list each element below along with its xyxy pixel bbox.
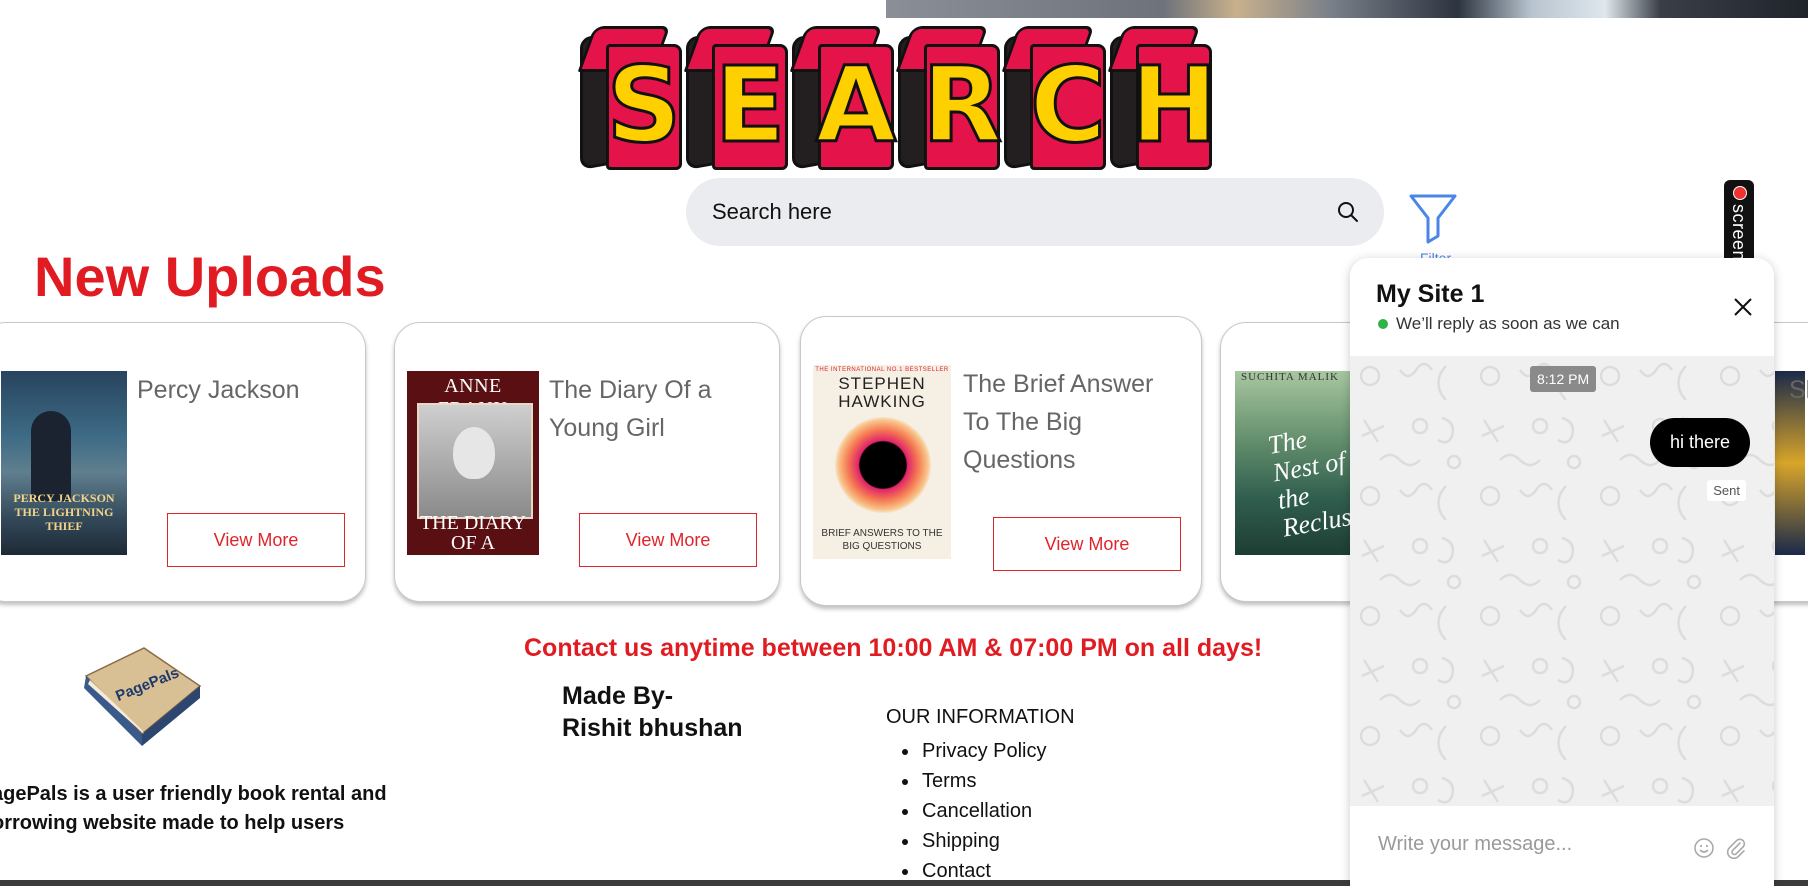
chat-input-row xyxy=(1350,806,1774,886)
attachment-icon[interactable] xyxy=(1724,836,1748,860)
cover-tagline-text: THE INTERNATIONAL NO.1 BESTSELLER xyxy=(815,367,949,373)
emoji-icon[interactable] xyxy=(1692,836,1716,860)
sent-message-bubble: hi there xyxy=(1649,418,1750,467)
close-icon[interactable] xyxy=(1732,296,1754,318)
chat-status-text: We’ll reply as soon as we can xyxy=(1396,314,1620,333)
cover-author-text: SUCHITA MALIK xyxy=(1241,371,1339,383)
view-more-button[interactable]: View More xyxy=(579,513,757,567)
book-card: ANNE FRANK THE DIARY OF A The Diary Of a… xyxy=(394,322,780,602)
cover-author-text: STEPHEN HAWKING xyxy=(838,374,926,411)
cover-title-text: The Nest of the Recluse xyxy=(1265,424,1365,543)
search-title-graphic: S E A R C H xyxy=(577,26,1340,172)
title-letter-tile: S xyxy=(577,26,683,171)
search-bar xyxy=(686,178,1384,246)
title-letter: C xyxy=(1028,44,1107,166)
footer-link-terms[interactable]: Terms xyxy=(920,766,1046,796)
online-status-icon xyxy=(1378,319,1388,329)
search-input[interactable] xyxy=(710,198,1314,226)
title-letter-tile: A xyxy=(789,26,898,171)
footer-link-shipping[interactable]: Shipping xyxy=(920,826,1046,856)
record-icon xyxy=(1733,186,1747,200)
filter-icon[interactable] xyxy=(1408,192,1458,252)
book-cover-image[interactable]: ANNE FRANK THE DIARY OF A xyxy=(407,371,539,555)
book-card: PERCY JACKSON THE LIGHTNING THIEF Percy … xyxy=(0,322,366,602)
author-name: Rishit bhushan xyxy=(562,714,743,742)
header-background-photo xyxy=(886,0,1808,18)
title-letter: E xyxy=(713,44,787,166)
book-title: The Diary Of a Young Girl xyxy=(549,376,712,442)
cover-subtitle-text: THE DIARY OF A xyxy=(419,512,527,554)
new-uploads-heading: New Uploads xyxy=(34,245,386,308)
view-more-button[interactable]: View More xyxy=(167,513,345,567)
title-letter: S xyxy=(605,44,683,166)
contact-hours-text: Contact us anytime between 10:00 AM & 07… xyxy=(524,634,1263,662)
title-letter: H xyxy=(1129,44,1219,166)
title-letter-tile: C xyxy=(1001,26,1108,171)
book-cover-image[interactable]: THE INTERNATIONAL NO.1 BESTSELLER STEPHE… xyxy=(813,365,951,559)
chat-messages-area[interactable]: 8:12 PM hi there Sent xyxy=(1350,356,1774,806)
footer-link-cancellation[interactable]: Cancellation xyxy=(920,796,1046,826)
title-letter-tile: H xyxy=(1107,26,1219,171)
book-cover-image[interactable]: PERCY JACKSON THE LIGHTNING THIEF xyxy=(1,371,127,555)
our-information-heading: OUR INFORMATION xyxy=(886,706,1075,728)
book-card: THE INTERNATIONAL NO.1 BESTSELLER STEPHE… xyxy=(800,316,1202,606)
about-text: agePals is a user friendly book rental a… xyxy=(0,783,387,834)
footer-link-privacy-policy[interactable]: Privacy Policy xyxy=(920,736,1046,766)
title-letter: A xyxy=(814,44,898,166)
pagepals-logo: PagePals xyxy=(84,647,202,746)
made-by-label: Made By- xyxy=(562,682,674,710)
book-title: Sh xyxy=(1789,376,1808,404)
message-status: Sent xyxy=(1707,480,1746,501)
title-letter: R xyxy=(920,44,1003,166)
chat-status: We’ll reply as soon as we can xyxy=(1378,314,1620,334)
chat-message-input[interactable] xyxy=(1376,832,1680,857)
chat-widget: My Site 1 We’ll reply as soon as we can xyxy=(1350,258,1774,886)
book-title: Percy Jackson xyxy=(137,376,300,404)
black-hole-illustration xyxy=(835,417,931,513)
message-timestamp: 8:12 PM xyxy=(1530,366,1597,392)
search-icon[interactable] xyxy=(1336,200,1360,224)
chat-header: My Site 1 We’ll reply as soon as we can xyxy=(1350,258,1774,356)
title-letter-tile: R xyxy=(895,26,1004,171)
made-by-text: Made By- Rishit bhushan xyxy=(562,680,743,744)
book-title: The Brief Answer To The Big Questions xyxy=(963,370,1154,474)
footer-links: Privacy Policy Terms Cancellation Shippi… xyxy=(886,736,1046,886)
cover-title-text: PERCY JACKSON THE LIGHTNING THIEF xyxy=(13,491,115,533)
book-cover-image[interactable]: SUCHITA MALIK The Nest of the Recluse xyxy=(1235,371,1365,555)
cover-subtitle-text: BRIEF ANSWERS TO THE BIG QUESTIONS xyxy=(821,528,943,552)
chat-site-name: My Site 1 xyxy=(1376,280,1485,308)
title-letter-tile: E xyxy=(683,26,788,171)
view-more-button[interactable]: View More xyxy=(993,517,1181,571)
